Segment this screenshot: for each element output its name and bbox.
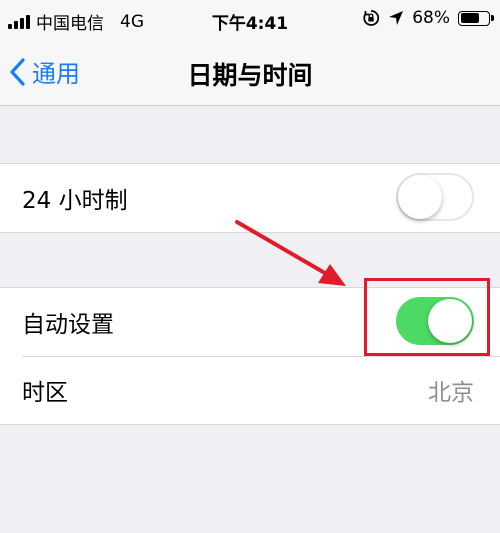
row-24-hour: 24 小时制 — [0, 164, 500, 232]
battery-percent: 68% — [412, 8, 450, 28]
orientation-lock-icon — [363, 10, 380, 26]
back-label: 通用 — [32, 60, 80, 88]
battery-cap — [491, 14, 494, 21]
location-arrow-icon — [389, 11, 404, 25]
auto-set-label: 自动设置 — [22, 312, 114, 338]
battery-icon — [458, 10, 494, 26]
timezone-label: 时区 — [22, 380, 68, 406]
back-button[interactable]: 通用 — [8, 54, 80, 89]
settings-group-24hour: 24 小时制 — [0, 163, 500, 233]
hour24-label: 24 小时制 — [22, 188, 128, 214]
hour24-toggle[interactable] — [396, 173, 474, 221]
chevron-left-icon — [10, 57, 25, 86]
status-right: 68% — [362, 8, 494, 28]
row-timezone[interactable]: 时区 北京 — [0, 356, 500, 424]
nav-bar: 通用 日期与时间 — [0, 40, 500, 106]
annotation-highlight-box — [364, 278, 490, 356]
status-bar: 中国电信 4G 下午4:41 68% — [0, 0, 500, 40]
toggle-knob — [398, 175, 442, 219]
battery-fill — [460, 13, 479, 23]
timezone-value: 北京 — [428, 380, 474, 406]
